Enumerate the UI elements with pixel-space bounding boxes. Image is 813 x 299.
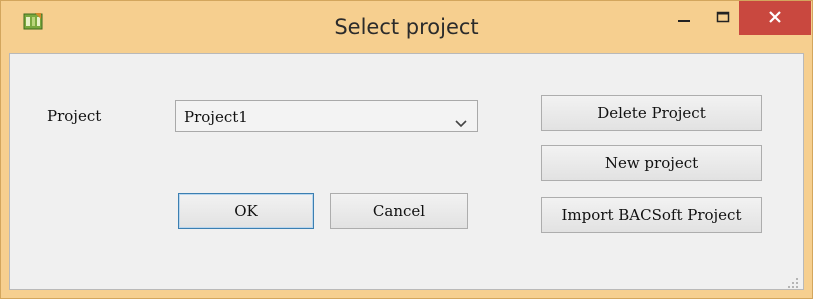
- select-project-dialog: Select project Project Project1 OK Cance: [0, 0, 813, 299]
- delete-project-button[interactable]: Delete Project: [541, 95, 762, 131]
- title-bar[interactable]: Select project: [1, 1, 812, 53]
- new-project-button[interactable]: New project: [541, 145, 762, 181]
- minimize-button[interactable]: [661, 1, 707, 35]
- project-select-value: Project1: [184, 108, 248, 126]
- import-bacsoft-project-button[interactable]: Import BACSoft Project: [541, 197, 762, 233]
- dialog-content: Project Project1 OK Cancel Delete Projec…: [9, 53, 804, 290]
- project-select[interactable]: Project1: [175, 100, 478, 132]
- maximize-icon: [716, 9, 730, 28]
- chevron-down-icon: [455, 113, 467, 128]
- maximize-button[interactable]: [707, 1, 739, 35]
- minimize-icon: [677, 9, 691, 28]
- close-button[interactable]: [739, 1, 811, 35]
- resize-grip-icon[interactable]: [787, 274, 799, 288]
- project-label: Project: [47, 107, 102, 125]
- close-icon: [768, 9, 782, 28]
- ok-button[interactable]: OK: [178, 193, 314, 229]
- cancel-button[interactable]: Cancel: [330, 193, 468, 229]
